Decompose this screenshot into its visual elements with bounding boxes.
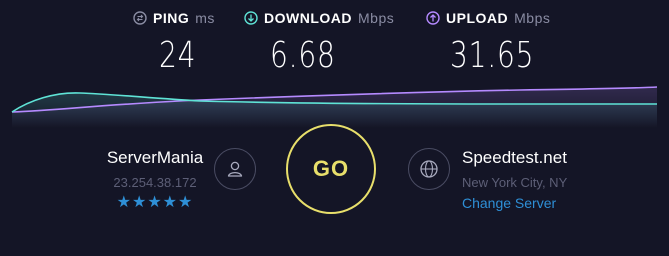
upload-value: 31.65: [450, 35, 535, 76]
user-button[interactable]: [214, 148, 256, 190]
server-name: Speedtest.net: [462, 148, 567, 167]
download-stat: DOWNLOAD Mbps 6.68: [244, 10, 414, 80]
ping-label: PING: [153, 10, 190, 26]
upload-stat: UPLOAD Mbps 31.65: [426, 10, 576, 80]
user-icon: [227, 161, 243, 177]
ping-icon: [133, 11, 147, 25]
go-button-label: GO: [312, 156, 350, 181]
go-button[interactable]: GO: [286, 124, 376, 214]
upload-label: UPLOAD: [446, 10, 509, 26]
download-label: DOWNLOAD: [264, 10, 352, 26]
download-unit: Mbps: [358, 10, 395, 26]
ping-stat: PING ms 24: [133, 10, 243, 80]
server-info: Speedtest.net New York City, NY Change S…: [462, 148, 642, 211]
download-arrow-icon: [244, 11, 258, 25]
change-server-link[interactable]: Change Server: [462, 195, 642, 211]
host-ip: 23.254.38.172: [113, 175, 197, 190]
host-info: ServerMania 23.254.38.172 ★★★★★: [100, 148, 210, 212]
host-name: ServerMania: [106, 148, 204, 167]
server-location: New York City, NY: [462, 175, 568, 190]
speed-graph: [11, 86, 658, 128]
globe-button[interactable]: [408, 148, 450, 190]
upload-unit: Mbps: [514, 10, 551, 26]
ping-value: 24: [159, 35, 197, 76]
download-value: 6.68: [270, 35, 336, 76]
host-rating: ★★★★★: [116, 194, 194, 211]
globe-icon: [420, 160, 438, 178]
ping-unit: ms: [195, 10, 215, 26]
upload-arrow-icon: [426, 11, 440, 25]
